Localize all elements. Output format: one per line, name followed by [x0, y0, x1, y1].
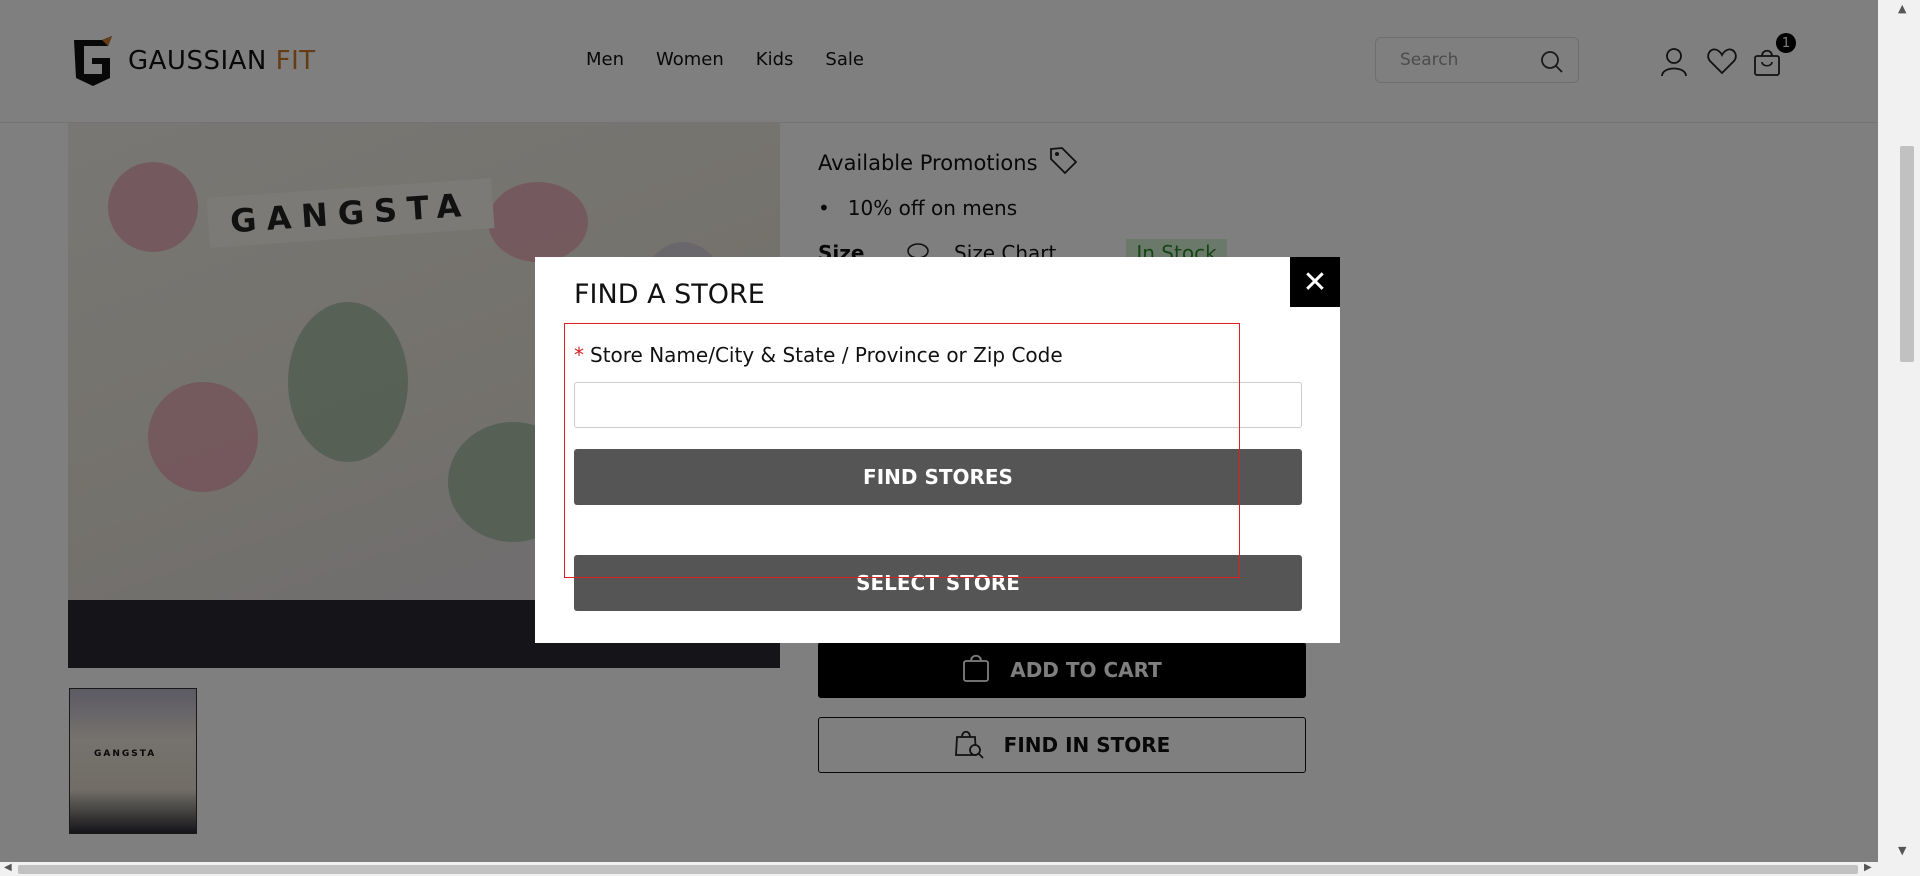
- modal-title: FIND A STORE: [574, 279, 765, 310]
- find-stores-button[interactable]: FIND STORES: [574, 449, 1302, 505]
- horizontal-scrollbar[interactable]: ◀ ▶: [0, 862, 1878, 876]
- store-search-label-text: Store Name/City & State / Province or Zi…: [590, 343, 1063, 367]
- find-store-modal: FIND A STORE ✕ * Store Name/City & State …: [535, 257, 1340, 643]
- scroll-right-arrow-icon[interactable]: ▶: [1864, 862, 1872, 873]
- vertical-scroll-thumb[interactable]: [1900, 146, 1914, 362]
- required-marker: *: [574, 343, 584, 367]
- select-store-button[interactable]: SELECT STORE: [574, 555, 1302, 611]
- horizontal-scroll-thumb[interactable]: [18, 865, 1858, 874]
- store-search-label: * Store Name/City & State / Province or Z…: [574, 343, 1063, 367]
- scroll-down-arrow-icon[interactable]: ▼: [1898, 844, 1906, 857]
- store-search-input[interactable]: [574, 382, 1302, 428]
- scroll-left-arrow-icon[interactable]: ◀: [4, 862, 12, 873]
- scroll-up-arrow-icon[interactable]: ▲: [1898, 2, 1906, 15]
- close-icon[interactable]: ✕: [1290, 257, 1340, 307]
- vertical-scrollbar[interactable]: ▲ ▼: [1878, 0, 1920, 876]
